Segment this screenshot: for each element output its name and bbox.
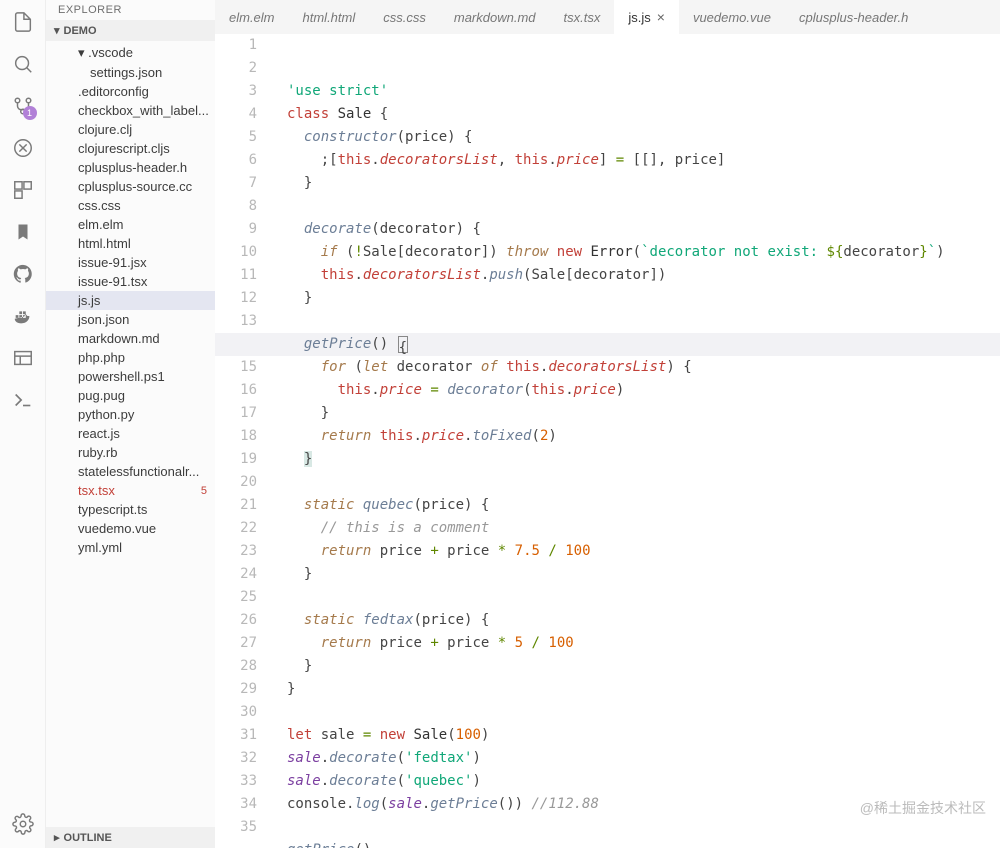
file-item[interactable]: php.php (46, 348, 215, 367)
file-item[interactable]: css.css (46, 196, 215, 215)
extensions-icon[interactable] (11, 178, 35, 202)
file-item[interactable]: statelessfunctionalr... (46, 462, 215, 481)
file-item[interactable]: settings.json (46, 63, 215, 82)
file-item[interactable]: tsx.tsx5 (46, 481, 215, 500)
file-tree: ▾ .vscodesettings.json.editorconfigcheck… (46, 41, 215, 827)
code-line[interactable]: } (271, 655, 1000, 678)
code-area[interactable]: 'use strict'class Sale { constructor(pri… (271, 34, 1000, 848)
code-line[interactable]: this.decoratorsList.push(Sale[decorator]… (271, 264, 1000, 287)
file-item[interactable]: issue-91.tsx (46, 272, 215, 291)
editor-tab[interactable]: markdown.md (440, 0, 550, 34)
chevron-right-icon: ▸ (54, 831, 60, 844)
editor-tab[interactable]: html.html (289, 0, 370, 34)
section-header-demo[interactable]: ▾DEMO (46, 20, 215, 41)
code-line[interactable]: 'use strict' (271, 80, 1000, 103)
editor-tab[interactable]: tsx.tsx (550, 0, 615, 34)
code-line[interactable]: getPrice() { (215, 333, 1000, 356)
editor-tab[interactable]: elm.elm (215, 0, 289, 34)
file-item[interactable]: clojure.clj (46, 120, 215, 139)
line-gutter: 1234567891011121314151617181920212223242… (215, 34, 271, 848)
code-line[interactable] (271, 310, 1000, 333)
file-item[interactable]: json.json (46, 310, 215, 329)
code-line[interactable]: } (271, 172, 1000, 195)
project-icon[interactable] (11, 346, 35, 370)
file-item[interactable]: vuedemo.vue (46, 519, 215, 538)
code-line[interactable]: return this.price.toFixed(2) (271, 425, 1000, 448)
code-line[interactable]: } (271, 448, 1000, 471)
code-line[interactable]: // this is a comment (271, 517, 1000, 540)
code-line[interactable]: getPrice() (271, 839, 1000, 848)
code-line[interactable]: ;[this.decoratorsList, this.price] = [[]… (271, 149, 1000, 172)
file-item[interactable]: clojurescript.cljs (46, 139, 215, 158)
code-line[interactable]: return price + price * 5 / 100 (271, 632, 1000, 655)
code-line[interactable]: this.price = decorator(this.price) (271, 379, 1000, 402)
file-item[interactable]: ruby.rb (46, 443, 215, 462)
code-line[interactable]: } (271, 563, 1000, 586)
code-line[interactable] (271, 701, 1000, 724)
file-item[interactable]: .editorconfig (46, 82, 215, 101)
code-line[interactable]: class Sale { (271, 103, 1000, 126)
code-line[interactable] (271, 471, 1000, 494)
file-item[interactable]: typescript.ts (46, 500, 215, 519)
code-line[interactable]: return price + price * 7.5 / 100 (271, 540, 1000, 563)
code-line[interactable]: sale.decorate('fedtax') (271, 747, 1000, 770)
editor-tab[interactable]: cplusplus-header.h (785, 0, 922, 34)
explorer-sidebar: EXPLORER ▾DEMO ▾ .vscodesettings.json.ed… (46, 0, 215, 848)
file-item[interactable]: issue-91.jsx (46, 253, 215, 272)
file-item[interactable]: checkbox_with_label... (46, 101, 215, 120)
code-line[interactable]: sale.decorate('quebec') (271, 770, 1000, 793)
docker-icon[interactable] (11, 304, 35, 328)
files-icon[interactable] (11, 10, 35, 34)
sidebar-title: EXPLORER (46, 0, 215, 20)
file-item[interactable]: python.py (46, 405, 215, 424)
file-item[interactable]: powershell.ps1 (46, 367, 215, 386)
code-line[interactable]: constructor(price) { (271, 126, 1000, 149)
file-item[interactable]: pug.pug (46, 386, 215, 405)
code-line[interactable]: let sale = new Sale(100) (271, 724, 1000, 747)
github-icon[interactable] (11, 262, 35, 286)
editor-tab[interactable]: js.js× (614, 0, 679, 34)
debug-icon[interactable] (11, 136, 35, 160)
code-line[interactable]: static fedtax(price) { (271, 609, 1000, 632)
code-line[interactable] (271, 195, 1000, 218)
close-icon[interactable]: × (657, 9, 665, 25)
code-line[interactable] (271, 586, 1000, 609)
watermark: @稀土掘金技术社区 (860, 797, 986, 820)
file-item[interactable]: markdown.md (46, 329, 215, 348)
terminal-icon[interactable] (11, 388, 35, 412)
file-item[interactable]: elm.elm (46, 215, 215, 234)
file-item[interactable]: react.js (46, 424, 215, 443)
code-line[interactable]: } (271, 402, 1000, 425)
editor-tab[interactable]: css.css (369, 0, 440, 34)
code-line[interactable]: decorate(decorator) { (271, 218, 1000, 241)
activity-bar: 1 (0, 0, 46, 848)
section-header-outline[interactable]: ▸OUTLINE (46, 827, 215, 848)
settings-gear-icon[interactable] (11, 812, 35, 836)
code-line[interactable]: } (271, 287, 1000, 310)
code-line[interactable]: for (let decorator of this.decoratorsLis… (271, 356, 1000, 379)
bookmark-icon[interactable] (11, 220, 35, 244)
code-line[interactable]: static quebec(price) { (271, 494, 1000, 517)
chevron-down-icon: ▾ (54, 24, 60, 37)
code-line[interactable]: if (!Sale[decorator]) throw new Error(`d… (271, 241, 1000, 264)
file-item[interactable]: html.html (46, 234, 215, 253)
code-editor[interactable]: 1234567891011121314151617181920212223242… (215, 34, 1000, 848)
file-item[interactable]: cplusplus-header.h (46, 158, 215, 177)
folder-item[interactable]: ▾ .vscode (46, 43, 215, 63)
file-item[interactable]: js.js (46, 291, 215, 310)
editor-tabs: elm.elmhtml.htmlcss.cssmarkdown.mdtsx.ts… (215, 0, 1000, 34)
editor-tab[interactable]: vuedemo.vue (679, 0, 785, 34)
source-control-icon[interactable]: 1 (11, 94, 35, 118)
code-line[interactable]: } (271, 678, 1000, 701)
search-icon[interactable] (11, 52, 35, 76)
scm-badge: 1 (23, 106, 37, 120)
file-item[interactable]: cplusplus-source.cc (46, 177, 215, 196)
file-item[interactable]: yml.yml (46, 538, 215, 557)
